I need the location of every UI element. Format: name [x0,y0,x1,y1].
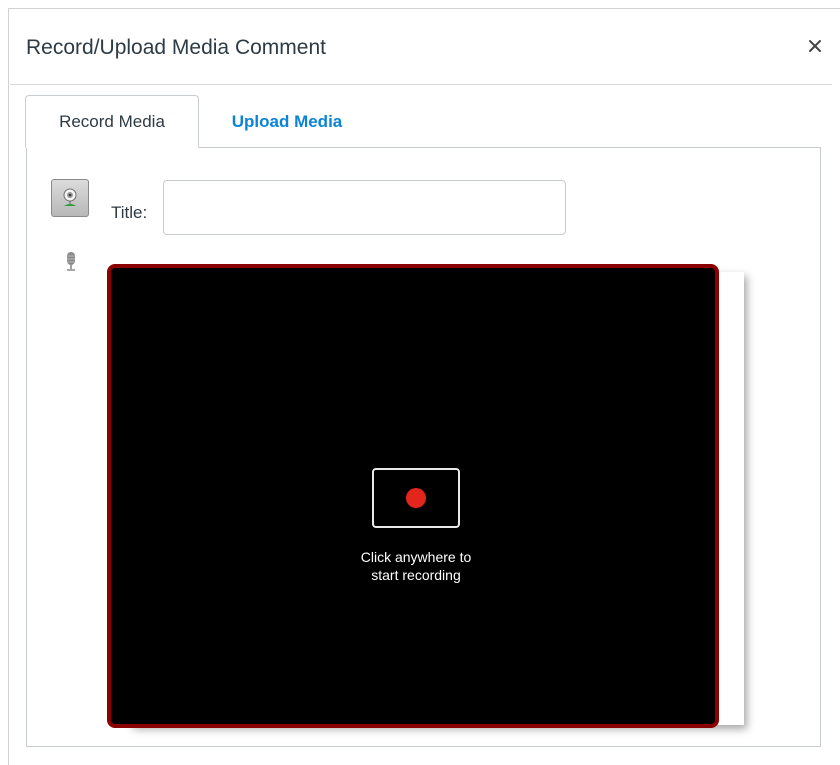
title-label: Title: [111,203,148,222]
record-icon [406,488,426,508]
title-input[interactable] [163,180,566,235]
microphone-icon [67,252,75,271]
close-button[interactable] [802,33,828,59]
header-divider [10,84,832,85]
record-hint-line-2: start recording [371,567,461,583]
record-hint: Click anywhere to start recording [316,548,516,584]
record-hint-line-1: Click anywhere to [360,549,472,565]
dialog-title: Record/Upload Media Comment [26,36,326,59]
tab-record-media[interactable]: Record Media [25,95,199,148]
record-button[interactable] [372,468,460,528]
recorder-area[interactable]: Click anywhere to start recording [107,264,719,728]
webcam-icon [63,188,77,206]
webcam-button[interactable] [51,179,89,217]
close-icon [809,40,821,52]
tab-upload-media[interactable]: Upload Media [212,95,362,148]
